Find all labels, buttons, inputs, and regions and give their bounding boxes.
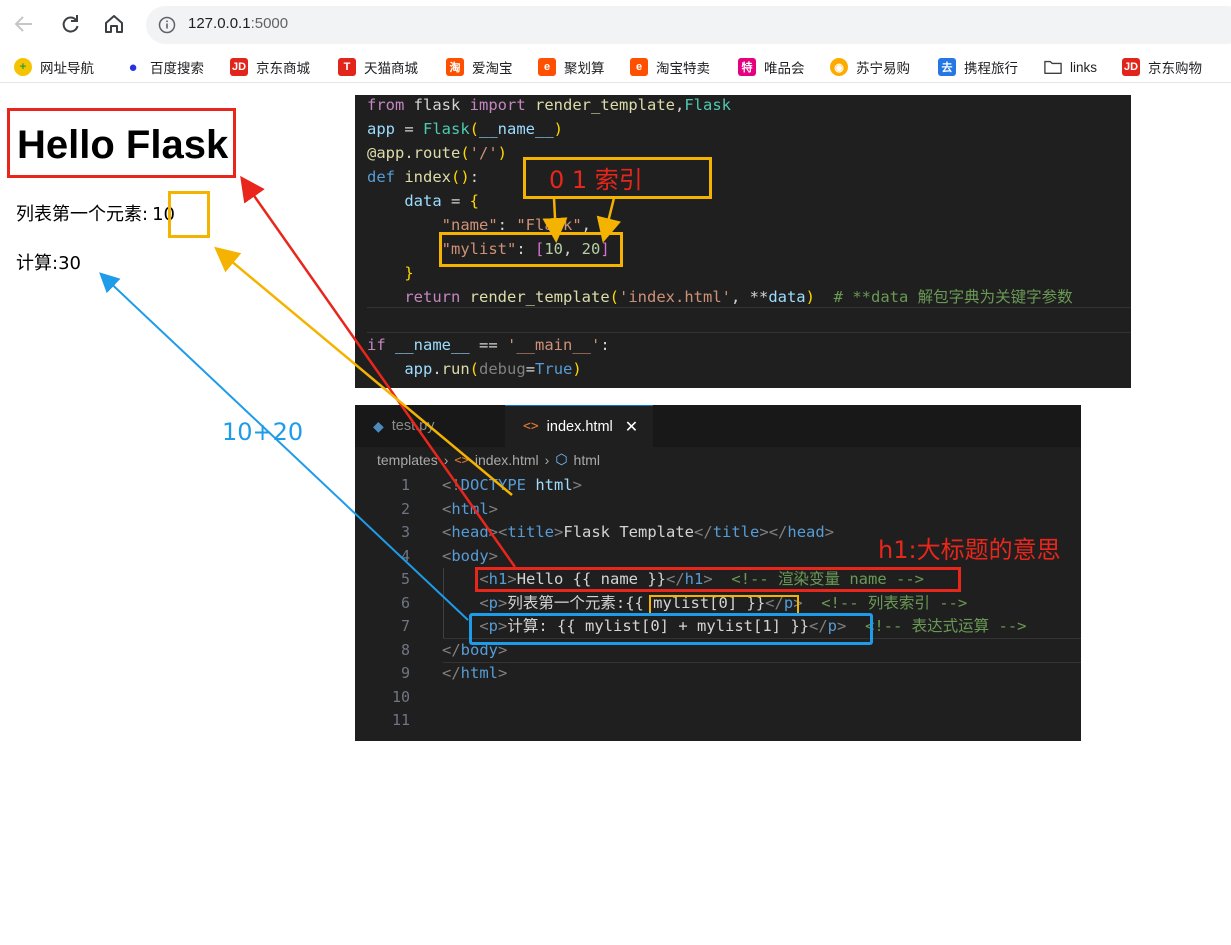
arrow-index-1 bbox=[596, 197, 621, 243]
arrow-list-value bbox=[214, 246, 513, 496]
annotation-arrows bbox=[99, 175, 621, 621]
arrow-index-0 bbox=[542, 197, 568, 243]
arrow-h1 bbox=[240, 175, 517, 568]
arrow-calc bbox=[99, 272, 469, 621]
